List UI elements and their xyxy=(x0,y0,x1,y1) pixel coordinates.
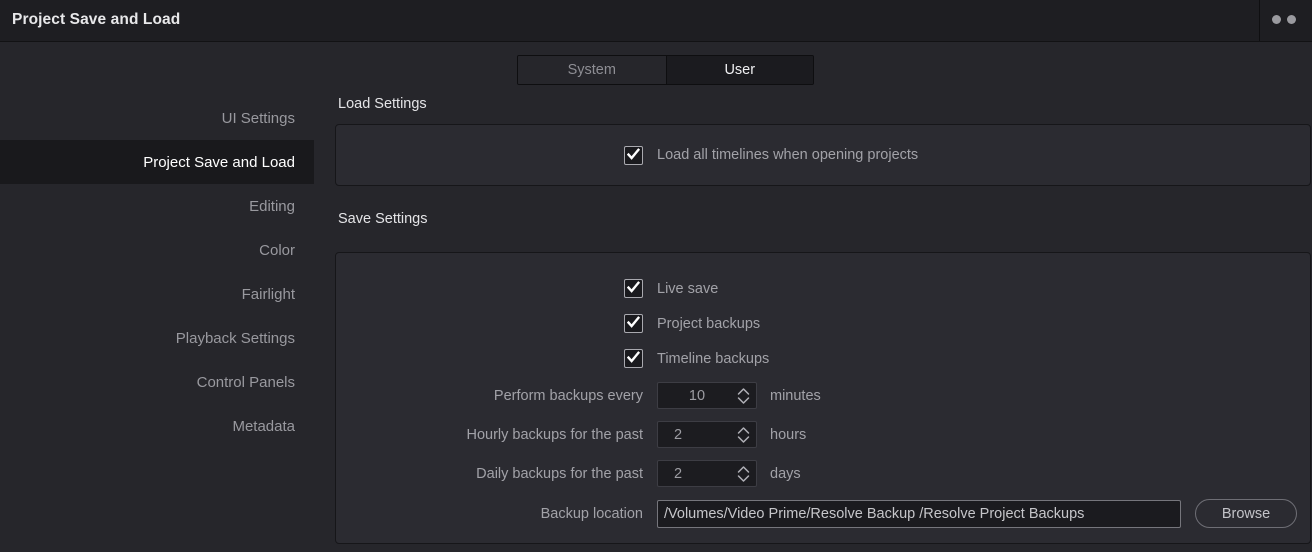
titlebar-divider xyxy=(1259,0,1260,41)
window-controls[interactable] xyxy=(1268,15,1302,27)
stepper-arrows-icon[interactable] xyxy=(730,424,756,446)
daily-backups-row: Daily backups for the past 2 days xyxy=(336,454,1310,493)
checkmark-icon xyxy=(627,316,640,328)
load-all-timelines-checkbox-cell xyxy=(336,145,657,165)
load-settings-heading: Load Settings xyxy=(338,96,427,112)
load-settings-panel: Load all timelines when opening projects xyxy=(335,124,1311,186)
settings-window: Project Save and Load System User UI Set… xyxy=(0,0,1312,552)
load-all-timelines-label: Load all timelines when opening projects xyxy=(657,147,919,163)
window-titlebar: Project Save and Load xyxy=(0,0,1312,42)
project-backups-row: Project backups xyxy=(336,306,1310,341)
live-save-label: Live save xyxy=(657,280,719,297)
save-settings-heading: Save Settings xyxy=(338,211,428,227)
timeline-backups-row: Timeline backups xyxy=(336,341,1310,376)
chevron-up-down-icon xyxy=(737,426,749,443)
checkmark-icon xyxy=(627,351,640,363)
checkmark-icon xyxy=(627,281,640,293)
sidebar-item-playback-settings[interactable]: Playback Settings xyxy=(0,316,314,360)
sidebar-item-color[interactable]: Color xyxy=(0,228,314,272)
chevron-up-down-icon xyxy=(737,387,749,404)
daily-backups-label: Daily backups for the past xyxy=(476,465,643,482)
backup-location-row: Backup location /Volumes/Video Prime/Res… xyxy=(336,493,1310,534)
live-save-row: Live save xyxy=(336,271,1310,306)
sidebar-item-editing[interactable]: Editing xyxy=(0,184,314,228)
timeline-backups-label: Timeline backups xyxy=(657,350,770,367)
perform-backups-stepper[interactable]: 10 xyxy=(657,382,757,409)
hourly-backups-row: Hourly backups for the past 2 hours xyxy=(336,415,1310,454)
window-dot-icon-1[interactable] xyxy=(1272,15,1281,24)
tab-user[interactable]: User xyxy=(665,56,813,84)
hourly-backups-stepper[interactable]: 2 xyxy=(657,421,757,448)
sidebar-item-ui-settings[interactable]: UI Settings xyxy=(0,96,314,140)
project-backups-checkbox[interactable] xyxy=(624,314,643,333)
timeline-backups-checkbox[interactable] xyxy=(624,349,643,368)
project-backups-label: Project backups xyxy=(657,315,761,332)
perform-backups-row: Perform backups every 10 minutes xyxy=(336,376,1310,415)
load-all-timelines-row[interactable] xyxy=(624,145,643,165)
daily-backups-value[interactable]: 2 xyxy=(658,466,730,482)
daily-backups-unit: days xyxy=(770,465,801,482)
hourly-backups-unit: hours xyxy=(770,426,807,443)
backup-location-input[interactable]: /Volumes/Video Prime/Resolve Backup /Res… xyxy=(657,499,1181,528)
tab-system[interactable]: System xyxy=(518,56,666,84)
hourly-backups-label: Hourly backups for the past xyxy=(466,426,643,443)
live-save-checkbox[interactable] xyxy=(624,279,643,298)
settings-content: Load Settings Load all timelines when op… xyxy=(335,96,1311,544)
chevron-up-down-icon xyxy=(737,465,749,482)
browse-button[interactable]: Browse xyxy=(1195,499,1297,528)
settings-sidebar: UI Settings Project Save and Load Editin… xyxy=(0,96,314,448)
backup-location-label: Backup location xyxy=(540,505,643,522)
page-title: Project Save and Load xyxy=(12,11,181,28)
perform-backups-label: Perform backups every xyxy=(493,387,643,404)
sidebar-item-project-save-and-load[interactable]: Project Save and Load xyxy=(0,140,314,184)
checkmark-icon xyxy=(627,147,640,160)
stepper-arrows-icon[interactable] xyxy=(730,463,756,485)
daily-backups-stepper[interactable]: 2 xyxy=(657,460,757,487)
save-settings-panel: Live save Project backups Timeline backu… xyxy=(335,252,1311,544)
hourly-backups-value[interactable]: 2 xyxy=(658,427,730,443)
window-dot-icon-2[interactable] xyxy=(1287,15,1296,24)
load-all-timelines-checkbox[interactable] xyxy=(624,145,643,165)
settings-scope-tabs: System User xyxy=(517,55,814,85)
sidebar-item-fairlight[interactable]: Fairlight xyxy=(0,272,314,316)
stepper-arrows-icon[interactable] xyxy=(730,385,756,407)
perform-backups-unit: minutes xyxy=(770,387,821,404)
perform-backups-value[interactable]: 10 xyxy=(658,388,730,404)
sidebar-item-control-panels[interactable]: Control Panels xyxy=(0,360,314,404)
sidebar-item-metadata[interactable]: Metadata xyxy=(0,404,314,448)
